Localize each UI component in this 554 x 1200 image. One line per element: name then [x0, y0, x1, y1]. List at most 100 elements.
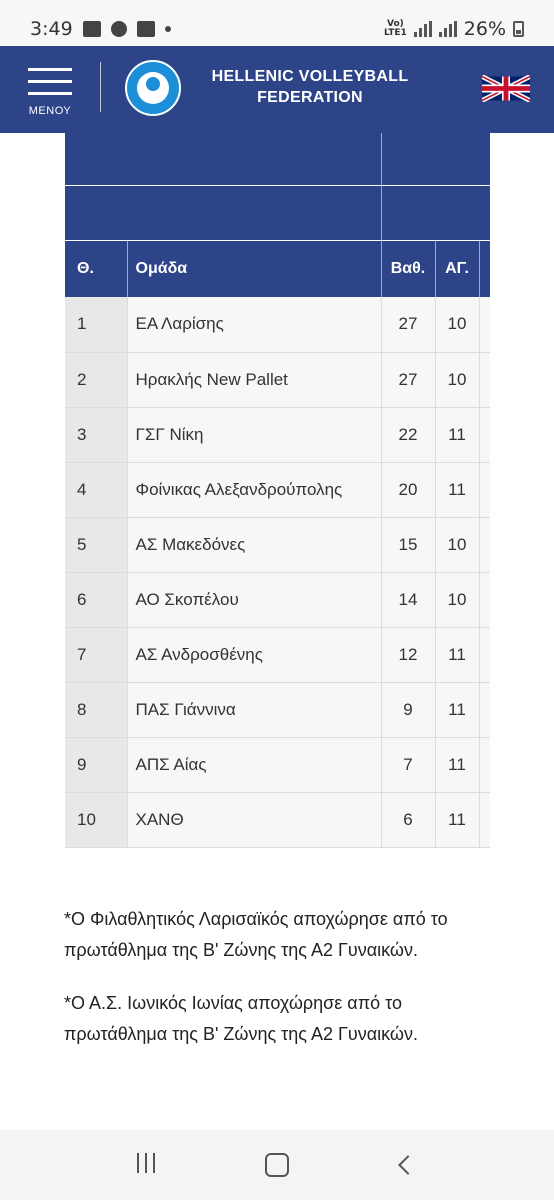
- column-header-team[interactable]: Ομάδα: [127, 241, 382, 297]
- cell-games: 10: [435, 352, 480, 408]
- column-header-truncated: [479, 241, 490, 297]
- recents-button[interactable]: [126, 1145, 166, 1185]
- notes-section: *Ο Φιλαθλητικός Λαρισαϊκός αποχώρησε από…: [64, 904, 504, 1072]
- table-row: 8 ΠΑΣ Γιάννινα 9 11: [65, 682, 490, 738]
- cell-team: ΑΠΣ Αίας: [127, 737, 382, 793]
- home-button[interactable]: [257, 1145, 297, 1185]
- cell-position: 1: [65, 297, 128, 353]
- site-header: ΜΕΝΟΥ HELLENIC VOLLEYBALL FEDERATION: [0, 46, 554, 133]
- cell-truncated: [479, 682, 490, 738]
- cell-truncated: [479, 792, 490, 848]
- cell-position: 4: [65, 462, 128, 518]
- clock: 3:49: [30, 18, 73, 40]
- system-nav-bar: [0, 1130, 554, 1200]
- cell-points: 9: [381, 682, 436, 738]
- table-row: 2 Ηρακλής New Pallet 27 10: [65, 352, 490, 408]
- hamburger-icon: [22, 64, 78, 95]
- cell-games: 10: [435, 517, 480, 573]
- cell-team: ΑΟ Σκοπέλου: [127, 572, 382, 628]
- federation-logo[interactable]: [125, 60, 181, 116]
- cell-points: 27: [381, 352, 436, 408]
- cell-team: ΓΣΓ Νίκη: [127, 407, 382, 463]
- cell-position: 3: [65, 407, 128, 463]
- home-icon: [264, 1153, 289, 1177]
- cell-games: 11: [435, 682, 480, 738]
- battery-icon: [513, 21, 524, 37]
- cell-points: 27: [381, 297, 436, 353]
- site-title-line1: HELLENIC VOLLEYBALL: [211, 68, 409, 85]
- youtube-icon: [136, 21, 155, 37]
- column-header-games[interactable]: ΑΓ.: [435, 241, 480, 297]
- notification-icon: [110, 21, 127, 37]
- table-row: 6 ΑΟ Σκοπέλου 14 10: [65, 572, 490, 628]
- cell-games: 11: [435, 407, 480, 463]
- network-icon: Vo) LTE1: [383, 19, 407, 38]
- cell-truncated: [479, 572, 490, 628]
- standings-table: Θ. Ομάδα Βαθ. ΑΓ. 1 ΕΑ Λαρίσης 27 10 2 Ηρακλή…: [65, 241, 490, 848]
- menu-label: ΜΕΝΟΥ: [28, 105, 72, 117]
- cell-games: 10: [435, 297, 480, 353]
- withdrawal-note: *Ο Α.Σ. Ιωνικός Ιωνίας αποχώρησε από το …: [64, 993, 418, 1044]
- table-blank-header-row: [65, 133, 490, 185]
- status-right: Vo) LTE1 26%: [384, 18, 524, 40]
- table-header-row: Θ. Ομάδα Βαθ. ΑΓ.: [65, 241, 490, 297]
- cell-position: 8: [65, 682, 128, 738]
- cell-points: 20: [381, 462, 436, 518]
- cell-truncated: [479, 737, 490, 793]
- cell-truncated: [479, 407, 490, 463]
- cell-truncated: [479, 297, 490, 353]
- cell-games: 11: [435, 627, 480, 683]
- recents-icon: [134, 1152, 158, 1178]
- cell-games: 11: [435, 737, 480, 793]
- cell-team: ΑΣ Μακεδόνες: [127, 517, 382, 573]
- cell-position: 6: [65, 572, 128, 628]
- status-left: 3:49: [30, 18, 171, 40]
- column-header-position[interactable]: Θ.: [65, 241, 128, 297]
- table-row: 4 Φοίνικας Αλεξανδρούπολης 20 11: [65, 462, 490, 518]
- cell-team: Φοίνικας Αλεξανδρούπολης: [127, 462, 382, 518]
- table-row: 3 ΓΣΓ Νίκη 22 11: [65, 407, 490, 463]
- signal-icon: [413, 21, 432, 37]
- table-row: 5 ΑΣ Μακεδόνες 15 10: [65, 517, 490, 573]
- cell-games: 10: [435, 572, 480, 628]
- site-title-line2: FEDERATION: [257, 89, 363, 106]
- cell-points: 12: [381, 627, 436, 683]
- battery-percent: 26%: [463, 18, 506, 40]
- table-row: 10 ΧΑΝΘ 6 11: [65, 792, 490, 848]
- cell-position: 10: [65, 792, 128, 848]
- uk-flag-icon[interactable]: [482, 75, 530, 102]
- cell-points: 14: [381, 572, 436, 628]
- more-notifications-icon: [164, 26, 171, 32]
- withdrawal-note: *Ο Φιλαθλητικός Λαρισαϊκός αποχώρησε από…: [64, 909, 448, 960]
- cell-position: 9: [65, 737, 128, 793]
- cell-games: 11: [435, 792, 480, 848]
- cell-position: 2: [65, 352, 128, 408]
- cell-truncated: [479, 517, 490, 573]
- cell-team: ΧΑΝΘ: [127, 792, 382, 848]
- cell-games: 11: [435, 462, 480, 518]
- cell-truncated: [479, 462, 490, 518]
- table-row: 1 ΕΑ Λαρίσης 27 10: [65, 297, 490, 353]
- cell-team: ΕΑ Λαρίσης: [127, 297, 382, 353]
- gallery-icon: [82, 21, 101, 37]
- table-blank-header-row-2: [65, 186, 490, 240]
- cell-position: 7: [65, 627, 128, 683]
- cell-points: 7: [381, 737, 436, 793]
- cell-truncated: [479, 352, 490, 408]
- cell-position: 5: [65, 517, 128, 573]
- table-row: 7 ΑΣ Ανδροσθένης 12 11: [65, 627, 490, 683]
- cell-points: 6: [381, 792, 436, 848]
- cell-truncated: [479, 627, 490, 683]
- standings-table-wrapper[interactable]: Θ. Ομάδα Βαθ. ΑΓ. 1 ΕΑ Λαρίσης 27 10 2 Ηρακλή…: [65, 133, 490, 848]
- site-title: HELLENIC VOLLEYBALL FEDERATION: [190, 66, 430, 108]
- menu-button[interactable]: ΜΕΝΟΥ: [22, 64, 78, 122]
- cell-team: Ηρακλής New Pallet: [127, 352, 382, 408]
- cell-team: ΠΑΣ Γιάννινα: [127, 682, 382, 738]
- table-row: 9 ΑΠΣ Αίας 7 11: [65, 737, 490, 793]
- back-icon: [398, 1155, 419, 1175]
- back-button[interactable]: [388, 1145, 428, 1185]
- cell-team: ΑΣ Ανδροσθένης: [127, 627, 382, 683]
- cell-points: 22: [381, 407, 436, 463]
- cell-points: 15: [381, 517, 436, 573]
- column-header-points[interactable]: Βαθ.: [381, 241, 436, 297]
